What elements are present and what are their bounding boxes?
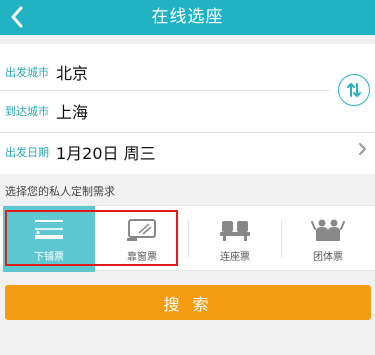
group-icon [311,219,345,241]
option-label: 团体票 [313,252,343,263]
swap-cities-button[interactable] [338,74,370,106]
arrive-city-label: 到达城市 [5,105,49,118]
page-title: 在线选座 [151,7,224,27]
option-label: 下铺票 [34,252,64,263]
search-button[interactable]: 搜 索 [5,285,371,320]
depart-date-field[interactable]: 出发日期 1月20日 周三 [0,132,375,172]
arrive-city-value: 上海 [56,103,89,122]
trip-form: 出发城市 北京 到达城市 上海 出发日期 1月20日 周三 [0,44,375,174]
ticket-type-selector: 下铺票 靠窗票 连座票 团体票 [0,205,375,272]
depart-date-value: 1月20日 周三 [56,144,156,163]
option-window-seat[interactable]: 靠窗票 [96,206,188,272]
swap-vertical-icon [347,83,361,97]
option-lower-berth[interactable]: 下铺票 [3,206,95,272]
option-group[interactable]: 团体票 [282,206,374,272]
depart-date-label: 出发日期 [5,146,49,159]
window-seat-icon [127,219,156,241]
lower-berth-icon [35,220,63,239]
depart-city-label: 出发城市 [5,66,49,79]
option-label: 靠窗票 [127,252,157,263]
app-header: 在线选座 [0,0,375,35]
adjacent-seats-icon [220,221,250,241]
depart-city-field[interactable]: 出发城市 北京 [0,52,330,92]
option-label: 连座票 [220,252,250,263]
option-adjacent-seats[interactable]: 连座票 [189,206,281,272]
depart-city-value: 北京 [56,64,89,83]
preferences-label: 选择您的私人定制需求 [5,185,115,198]
arrive-city-field[interactable]: 到达城市 上海 [0,91,330,131]
chevron-right-icon [359,143,366,155]
